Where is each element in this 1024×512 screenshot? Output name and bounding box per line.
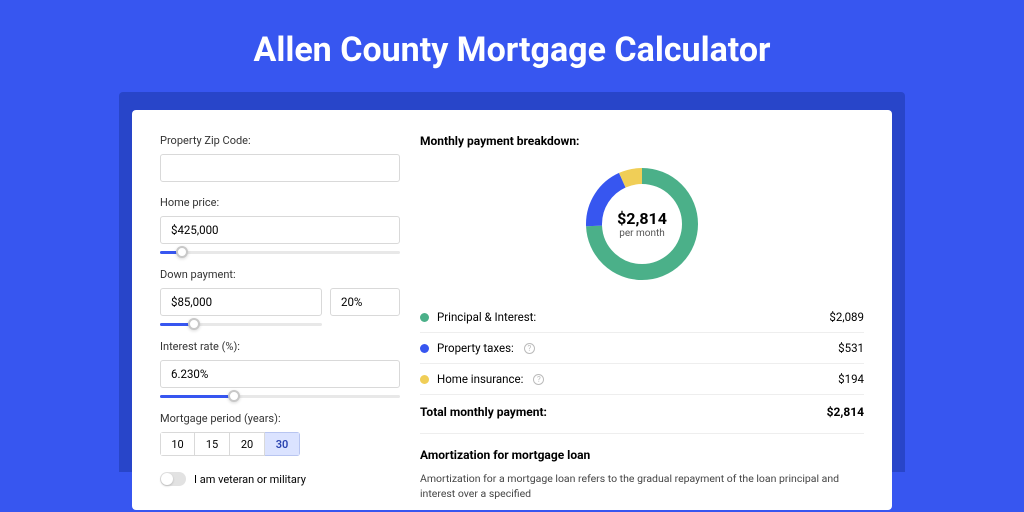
period-option-15[interactable]: 15 <box>195 432 230 456</box>
legend-value: $531 <box>838 341 864 355</box>
home-price-input[interactable]: $425,000 <box>160 216 400 244</box>
card-backdrop: Property Zip Code: Home price: $425,000 … <box>119 92 905 472</box>
slider-track <box>160 251 400 254</box>
donut-subtext: per month <box>619 228 665 239</box>
home-price-slider[interactable] <box>160 246 400 260</box>
legend: Principal & Interest: $2,089 Property taxe… <box>420 302 864 395</box>
info-icon[interactable]: ? <box>533 374 544 385</box>
interest-rate-input[interactable]: 6.230% <box>160 360 400 388</box>
zip-label: Property Zip Code: <box>160 134 400 147</box>
period-option-20[interactable]: 20 <box>230 432 265 456</box>
legend-row: Property taxes:? $531 <box>420 333 864 364</box>
legend-row: Principal & Interest: $2,089 <box>420 302 864 333</box>
amortization-text: Amortization for a mortgage loan refers … <box>420 472 864 501</box>
amortization-section: Amortization for mortgage loan Amortizat… <box>420 433 864 501</box>
breakdown-column: Monthly payment breakdown: $2,814 per mo… <box>420 134 864 510</box>
period-label: Mortgage period (years): <box>160 412 400 425</box>
slider-thumb[interactable] <box>176 246 188 258</box>
amortization-title: Amortization for mortgage loan <box>420 448 864 462</box>
interest-rate-slider[interactable] <box>160 390 400 404</box>
zip-input[interactable] <box>160 154 400 182</box>
period-option-30[interactable]: 30 <box>265 432 300 456</box>
total-row: Total monthly payment: $2,814 <box>420 395 864 433</box>
slider-thumb[interactable] <box>228 390 240 402</box>
interest-rate-label: Interest rate (%): <box>160 340 400 353</box>
donut-chart: $2,814 per month <box>420 164 864 284</box>
period-options: 10152030 <box>160 432 300 456</box>
legend-label: Property taxes: <box>437 341 514 355</box>
calculator-panel: Property Zip Code: Home price: $425,000 … <box>132 110 892 510</box>
donut-center: $2,814 per month <box>582 164 702 284</box>
legend-value: $194 <box>838 372 864 386</box>
info-icon[interactable]: ? <box>524 343 535 354</box>
legend-label: Home insurance: <box>437 372 523 386</box>
slider-thumb[interactable] <box>188 318 200 330</box>
down-payment-row: $85,000 20% <box>160 288 400 316</box>
total-value: $2,814 <box>827 405 864 419</box>
down-payment-slider[interactable] <box>160 318 322 332</box>
legend-dot <box>420 375 429 384</box>
legend-label: Principal & Interest: <box>437 310 536 324</box>
breakdown-title: Monthly payment breakdown: <box>420 134 864 148</box>
down-payment-input[interactable]: $85,000 <box>160 288 322 316</box>
donut-amount: $2,814 <box>617 209 667 228</box>
page-title: Allen County Mortgage Calculator <box>0 0 1024 92</box>
total-label: Total monthly payment: <box>420 405 547 419</box>
slider-fill <box>160 395 234 398</box>
form-column: Property Zip Code: Home price: $425,000 … <box>160 134 400 510</box>
toggle-knob <box>161 473 173 485</box>
legend-row: Home insurance:? $194 <box>420 364 864 395</box>
down-payment-pct-input[interactable]: 20% <box>330 288 400 316</box>
legend-value: $2,089 <box>829 310 864 324</box>
home-price-label: Home price: <box>160 196 400 209</box>
veteran-label: I am veteran or military <box>194 473 306 486</box>
legend-dot <box>420 313 429 322</box>
app-root: Allen County Mortgage Calculator Propert… <box>0 0 1024 512</box>
veteran-toggle-row: I am veteran or military <box>160 472 400 486</box>
down-payment-label: Down payment: <box>160 268 400 281</box>
period-option-10[interactable]: 10 <box>160 432 195 456</box>
legend-dot <box>420 344 429 353</box>
veteran-toggle[interactable] <box>160 472 186 486</box>
